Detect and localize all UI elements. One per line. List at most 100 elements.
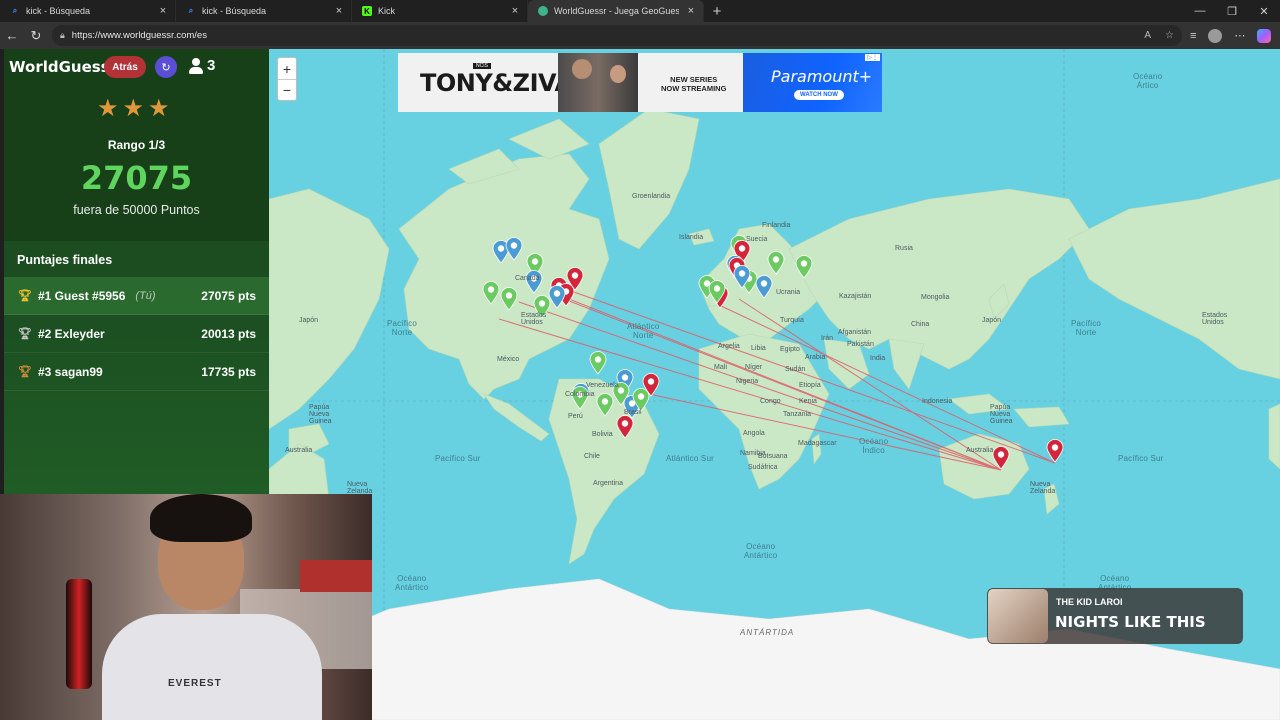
refresh-button[interactable]: ↻ [155,56,177,78]
browser-tab-1[interactable]: ⌕ kick - Búsqueda × [0,0,176,22]
map-pin-icon[interactable] [525,270,543,294]
refresh-icon: ↻ [161,61,171,74]
country-label: Islandia [679,234,704,241]
leaderboard-row: 🏆︎ #1 Guest #5956 (Tú) 27075 pts [4,277,269,315]
ocean-label: Océano Antártico [744,542,778,560]
star-icon[interactable]: ☆ [1165,30,1174,41]
url-field[interactable]: 🔒︎ https://www.worldguessr.com/es A ☆ [52,25,1182,46]
map-pin-icon[interactable] [505,237,523,261]
map-pin-icon[interactable] [992,446,1010,470]
map-pin-icon[interactable] [616,415,634,439]
map-pin-icon[interactable] [589,351,607,375]
close-tab-icon[interactable]: × [509,5,521,17]
map-pin-icon[interactable] [733,265,751,289]
streamer-hair [150,494,252,542]
webcam-overlay: EVEREST [0,494,372,720]
country-label: Bolivia [592,431,613,438]
country-label: Libia [751,345,766,352]
translate-icon[interactable]: A [1144,30,1151,41]
search-icon: ⌕ [188,6,194,15]
ocean-label: Pacífico Norte [1071,319,1102,337]
now-playing-artist: THE KID LAROI [1056,597,1123,607]
player-name: #1 Guest #5956 [38,288,126,303]
players-count: 3 [189,57,215,74]
ad-banner[interactable]: NCIS TONY&ZIVA NEW SERIES NOW STREAMING … [398,53,882,112]
map-pin-icon[interactable] [795,255,813,279]
profile-avatar[interactable] [1208,28,1223,43]
reload-icon[interactable]: ↻ [24,24,48,48]
new-tab-button[interactable]: + [704,0,730,22]
zoom-in-button[interactable]: + [278,58,296,79]
leaderboard-row: 🏆︎ #2 Exleyder 20013 pts [4,315,269,353]
country-label: Ucrania [776,289,801,296]
map-pin-icon[interactable] [1046,439,1064,463]
country-label: Papúa Nueva Guinea [309,404,332,425]
ad-watch-button[interactable]: WATCH NOW [794,90,844,100]
country-label: Madagascar [798,440,837,447]
webcam-decor [300,560,372,592]
player-points: 17735 pts [201,364,256,379]
close-window-icon[interactable]: ✕ [1248,0,1280,22]
back-arrow-icon[interactable]: ← [0,24,24,48]
ocean-label: Pacífico Sur [435,454,481,463]
ocean-label: Océano Índico [859,437,889,455]
globe-icon [538,6,548,16]
leaderboard-row: 🏆︎ #3 sagan99 17735 pts [4,353,269,391]
country-label: Kenia [799,398,817,405]
map-pin-icon[interactable] [708,280,726,304]
country-label: Sudán [785,366,806,373]
map-pin-icon[interactable] [571,386,589,410]
you-tag: (Tú) [135,289,156,302]
map-pin-icon[interactable] [500,287,518,311]
window-controls: — ❐ ✕ [1184,0,1280,22]
country-label: Chile [584,453,600,460]
star-icon: ★ [97,95,119,122]
country-label: Rusia [895,245,913,252]
country-label: Perú [568,413,583,420]
star-rating: ★ ★ ★ [97,97,170,121]
ad-person [572,59,592,79]
score-summary: WorldGuessr Atrás ↻ 3 ★ ★ ★ Rango 1/3 27… [4,49,269,241]
player-points: 20013 pts [201,326,256,341]
ocean-label: Pacífico Norte [387,319,418,337]
player-points: 27075 pts [201,288,256,303]
map-pin-icon[interactable] [482,281,500,305]
close-tab-icon[interactable]: × [157,5,169,17]
results-panel: WorldGuessr Atrás ↻ 3 ★ ★ ★ Rango 1/3 27… [4,49,269,494]
menu-dots-icon[interactable]: ⋯ [1234,29,1245,42]
trophy-silver-icon: 🏆︎ [18,328,32,340]
country-label: México [497,356,520,363]
browser-tab-3[interactable]: K Kick × [352,0,528,22]
map-pin-icon[interactable] [755,275,773,299]
star-icon: ★ [122,95,145,122]
country-label: Indonesia [922,398,953,405]
browser-tab-4[interactable]: WorldGuessr - Juega GeoGuessr gratis × [528,0,704,22]
maximize-icon[interactable]: ❐ [1216,0,1248,22]
country-label: Turquía [780,317,804,324]
map-pin-icon[interactable] [767,251,785,275]
country-label: Sudáfrica [748,464,778,471]
adchoices-icon[interactable]: ▷⋮ [865,54,880,61]
close-tab-icon[interactable]: × [685,5,697,17]
country-label: Arabia [805,354,826,361]
minimize-icon[interactable]: — [1184,0,1216,22]
country-label: India [870,355,886,362]
star-icon: ★ [148,95,170,122]
microphone [66,579,92,689]
zoom-out-button[interactable]: − [278,79,296,100]
country-label: Afganistán [838,329,872,336]
favorites-icon[interactable]: ≡ [1190,30,1196,42]
back-button[interactable]: Atrás [104,56,146,78]
now-playing-song: NIGHTS LIKE THIS [1055,613,1206,631]
shirt-print: EVEREST [168,678,222,689]
country-label: Venezuela [586,382,619,389]
country-label: Papúa Nueva Guinea [990,404,1013,425]
copilot-icon[interactable] [1257,28,1272,43]
url-text: https://www.worldguessr.com/es [71,30,207,41]
close-tab-icon[interactable]: × [333,5,345,17]
country-label: Estados Unidos [521,312,547,326]
tab-title: WorldGuessr - Juega GeoGuessr gratis [554,6,679,16]
country-label: Congo [760,398,781,405]
browser-tab-2[interactable]: ⌕ kick - Búsqueda × [176,0,352,22]
country-label: Irán [821,335,834,342]
